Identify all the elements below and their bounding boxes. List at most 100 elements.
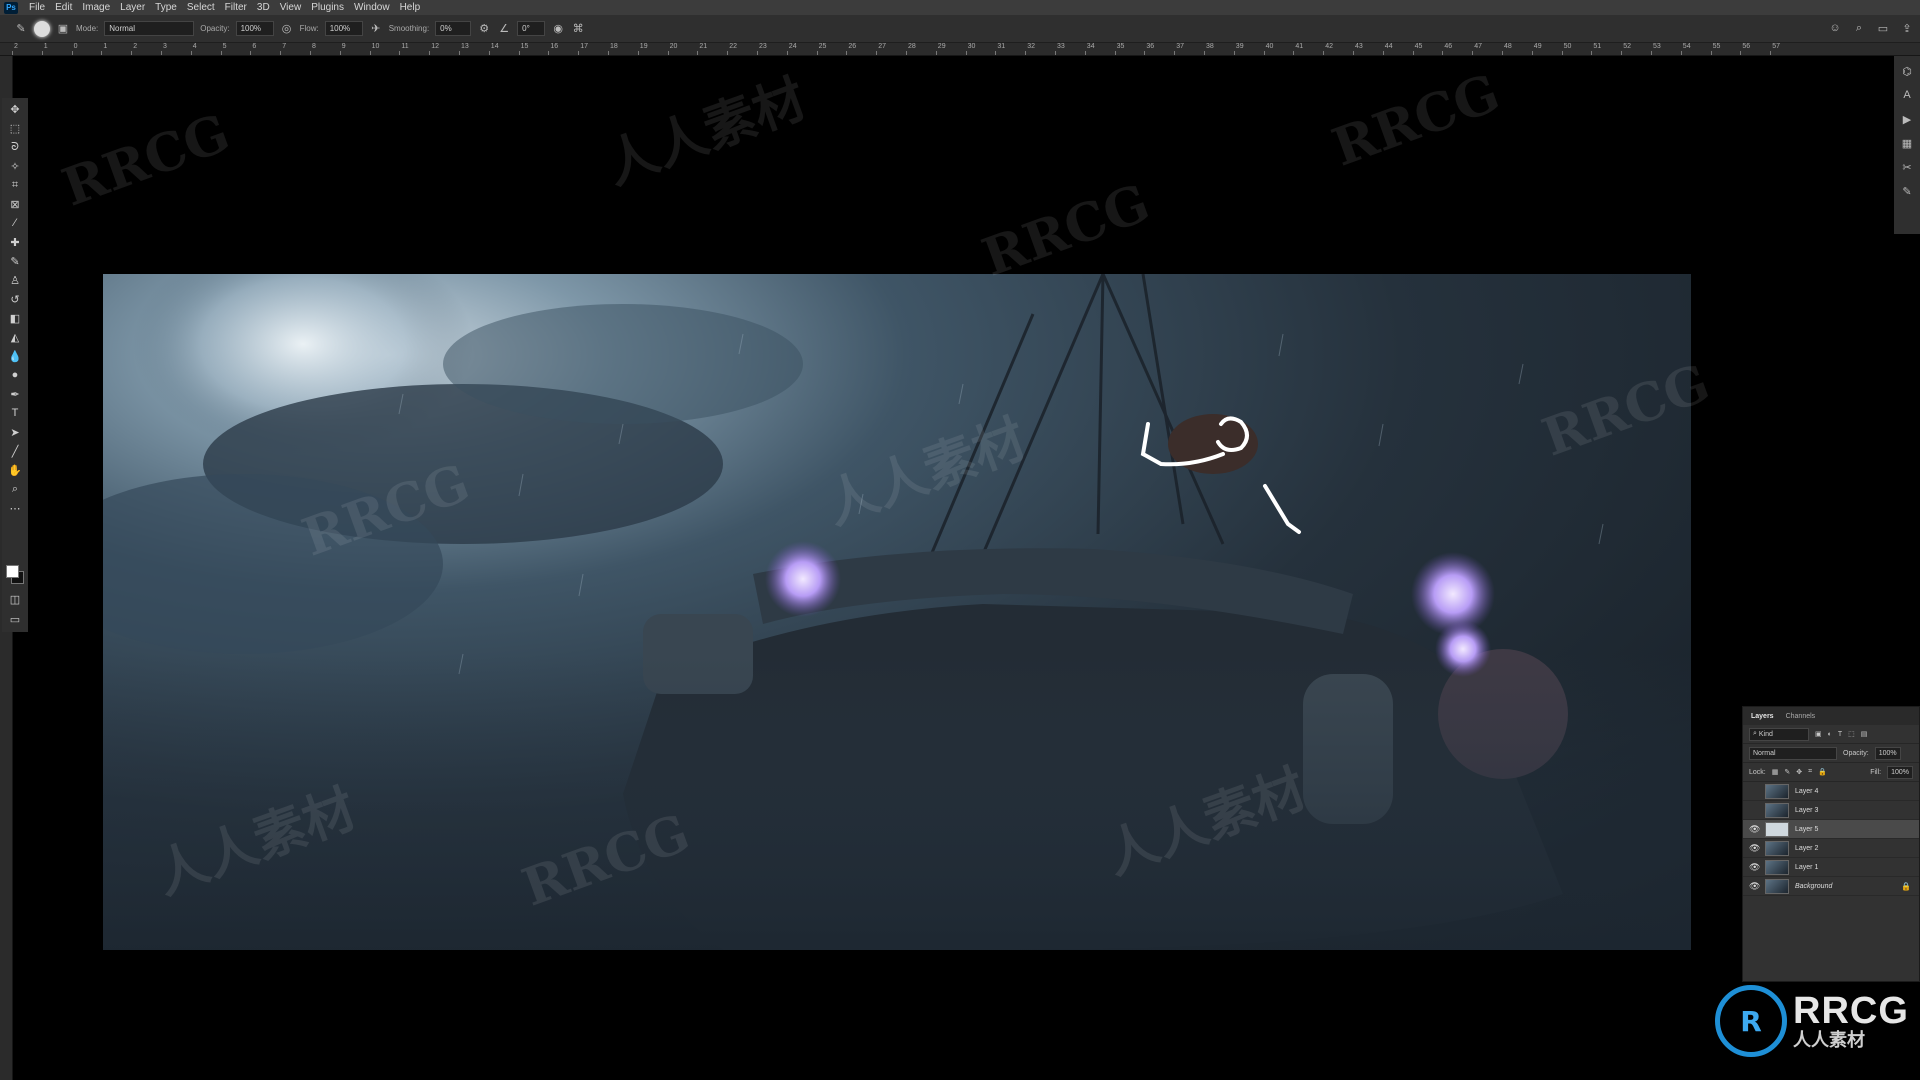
- menu-plugins[interactable]: Plugins: [306, 2, 349, 13]
- menu-image[interactable]: Image: [77, 2, 115, 13]
- filter-smart-object-icon[interactable]: ▤: [1861, 730, 1868, 738]
- lock-pixels-brush-icon[interactable]: ✎: [1784, 768, 1790, 776]
- eyedropper-tool-icon[interactable]: ⁄: [8, 216, 22, 230]
- quick-mask-icon[interactable]: ◫: [8, 592, 22, 606]
- brush-settings-panel-icon[interactable]: ✎: [1900, 184, 1914, 198]
- zoom-tool-icon[interactable]: ⌕: [8, 482, 22, 496]
- search-icon[interactable]: ⌕: [1852, 21, 1866, 35]
- move-tool-icon[interactable]: ✥: [8, 102, 22, 116]
- filter-type-icon[interactable]: T: [1838, 731, 1842, 738]
- tools-scissors-icon[interactable]: ✂: [1900, 160, 1914, 174]
- workspace-icon[interactable]: ▭: [1876, 21, 1890, 35]
- fog-overlay: [103, 654, 1691, 950]
- options-right-group: ☺ ⌕ ▭ ⇪: [1828, 21, 1914, 35]
- menu-window[interactable]: Window: [349, 2, 395, 13]
- hand-tool-icon[interactable]: ✋: [8, 463, 22, 477]
- lock-artboard-icon[interactable]: ⌗: [1808, 768, 1812, 776]
- paint-bucket-tool-icon[interactable]: ◭: [8, 330, 22, 344]
- eraser-tool-icon[interactable]: ◧: [8, 311, 22, 325]
- more-tools-icon[interactable]: ⋯: [8, 501, 22, 515]
- history-brush-tool-icon[interactable]: ↺: [8, 292, 22, 306]
- fill-field[interactable]: 100%: [1887, 765, 1913, 779]
- blend-mode-select[interactable]: Normal: [1749, 746, 1837, 760]
- blur-tool-icon[interactable]: 💧: [8, 349, 22, 363]
- swatches-grid-icon[interactable]: ▦: [1900, 136, 1914, 150]
- marquee-tool-icon[interactable]: ⬚: [8, 121, 22, 135]
- menu-help[interactable]: Help: [395, 2, 426, 13]
- line-tool-icon[interactable]: ╱: [8, 444, 22, 458]
- menu-type[interactable]: Type: [150, 2, 182, 13]
- menu-view[interactable]: View: [275, 2, 307, 13]
- eye-icon[interactable]: 👁: [1749, 843, 1760, 854]
- airbrush-icon[interactable]: ✈: [369, 22, 383, 36]
- pen-tool-icon[interactable]: ✒: [8, 387, 22, 401]
- ruler-tick: [1561, 51, 1563, 55]
- lasso-tool-icon[interactable]: ᘐ: [8, 140, 22, 154]
- brush-size-preview[interactable]: [34, 20, 50, 37]
- brush-tool-icon[interactable]: ✎: [8, 254, 22, 268]
- share-icon[interactable]: ⇪: [1900, 21, 1914, 35]
- clone-stamp-tool-icon[interactable]: ♙: [8, 273, 22, 287]
- character-icon[interactable]: A: [1900, 88, 1914, 102]
- menu-file[interactable]: File: [24, 2, 50, 13]
- lock-all-icon[interactable]: 🔒: [1818, 768, 1827, 776]
- screen-mode-icon[interactable]: ▭: [8, 612, 22, 626]
- filter-adjustment-icon[interactable]: ◐: [1828, 731, 1832, 738]
- ruler-label: 34: [1086, 43, 1095, 50]
- pressure-size-icon[interactable]: ◉: [551, 22, 565, 36]
- layer-thumbnail: [1765, 859, 1789, 875]
- menu-edit[interactable]: Edit: [50, 2, 77, 13]
- layer-row-layer-5[interactable]: 👁 Layer 5: [1743, 820, 1919, 839]
- eye-icon[interactable]: 👁: [1749, 881, 1760, 892]
- menu-select[interactable]: Select: [182, 2, 220, 13]
- layer-row-layer-2[interactable]: 👁 Layer 2: [1743, 839, 1919, 858]
- layer-row-layer-3[interactable]: Layer 3: [1743, 801, 1919, 820]
- opacity-field[interactable]: 100%: [235, 21, 274, 36]
- magic-wand-tool-icon[interactable]: ✧: [8, 159, 22, 173]
- frame-tool-icon[interactable]: ⊠: [8, 197, 22, 211]
- share-person-icon[interactable]: ☺: [1828, 21, 1842, 35]
- mode-select[interactable]: Normal: [104, 21, 195, 36]
- pressure-opacity-icon[interactable]: ◎: [280, 22, 294, 36]
- smoothing-field[interactable]: 0%: [435, 21, 472, 36]
- layer-kind-filter[interactable]: ⌕ Kind: [1749, 727, 1809, 741]
- layer-row-background[interactable]: 👁 Background 🔒: [1743, 877, 1919, 896]
- foreground-color-swatch[interactable]: [6, 565, 19, 578]
- crop-tool-icon[interactable]: ⌗: [8, 178, 22, 192]
- ruler-label: 54: [1682, 43, 1691, 50]
- tab-channels[interactable]: Channels: [1786, 713, 1816, 720]
- layer-row-layer-4[interactable]: Layer 4: [1743, 782, 1919, 801]
- healing-tool-icon[interactable]: ✚: [8, 235, 22, 249]
- layer-opacity-field[interactable]: 100%: [1874, 746, 1901, 760]
- brush-tool-preset-icon[interactable]: ✎: [14, 22, 28, 36]
- path-selection-tool-icon[interactable]: ➤: [8, 425, 22, 439]
- angle-field[interactable]: 0°: [517, 21, 546, 36]
- symmetry-butterfly-icon[interactable]: ⌘: [571, 22, 585, 36]
- smoothing-settings-gear-icon[interactable]: ⚙: [477, 22, 491, 36]
- opacity-label: Opacity:: [200, 24, 230, 33]
- type-tool-icon[interactable]: T: [8, 406, 22, 420]
- ruler-label: 50: [1563, 43, 1572, 50]
- flow-field[interactable]: 100%: [324, 21, 363, 36]
- lock-position-icon[interactable]: ✥: [1796, 768, 1802, 776]
- menu-layer[interactable]: Layer: [115, 2, 150, 13]
- brush-settings-icon[interactable]: ▣: [56, 22, 70, 36]
- tab-layers[interactable]: Layers: [1751, 713, 1774, 720]
- layer-row-layer-1[interactable]: 👁 Layer 1: [1743, 858, 1919, 877]
- ruler-label: 15: [520, 43, 529, 50]
- menu-filter[interactable]: Filter: [220, 2, 252, 13]
- photoshop-logo-icon[interactable]: Ps: [4, 1, 18, 14]
- dodge-tool-icon[interactable]: ●: [8, 368, 22, 382]
- ruler-label: 5: [222, 43, 227, 50]
- rrcg-logo: R RRCG 人人素材: [1715, 985, 1909, 1057]
- actions-play-icon[interactable]: ▶: [1900, 112, 1914, 126]
- menu-3d[interactable]: 3D: [252, 2, 275, 13]
- lock-transparent-icon[interactable]: ▦: [1772, 768, 1779, 776]
- filter-shape-icon[interactable]: ⬚: [1848, 730, 1855, 738]
- document-canvas[interactable]: [103, 274, 1691, 950]
- filter-pixel-icon[interactable]: ▣: [1815, 730, 1822, 738]
- ruler-tick: [786, 51, 788, 55]
- eye-icon[interactable]: 👁: [1749, 862, 1760, 873]
- eye-icon[interactable]: 👁: [1749, 824, 1760, 835]
- learn-icon[interactable]: ⌬: [1900, 64, 1914, 78]
